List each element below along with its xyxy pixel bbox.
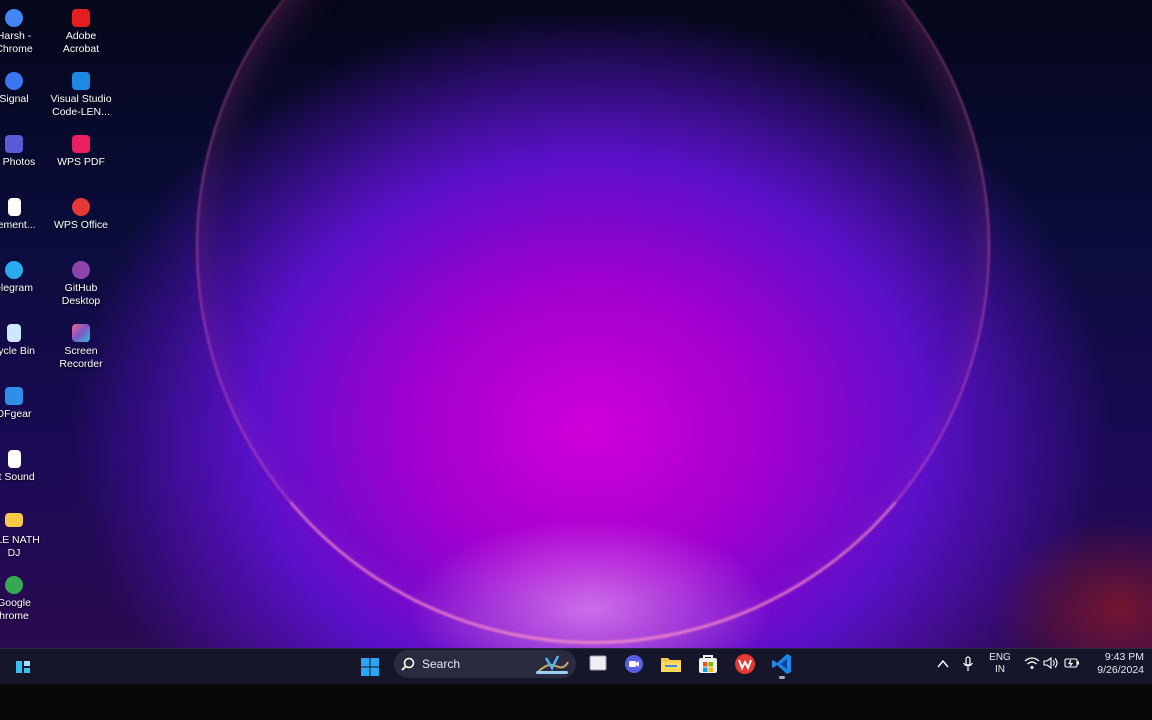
language-indicator[interactable]: ENG IN <box>988 652 1012 676</box>
volume-icon <box>1043 656 1058 670</box>
desktop-icon-label: GitHub Desktop <box>61 282 101 307</box>
wps-office-icon <box>72 198 90 216</box>
desktop-icon-pdfgear[interactable]: DFgear <box>0 378 51 436</box>
desktop-icon-screen-recorder[interactable]: Screen Recorder <box>44 315 118 373</box>
network-button[interactable] <box>1024 656 1040 673</box>
taskbar-search-box[interactable]: Search <box>394 650 576 678</box>
wifi-icon <box>1024 657 1040 669</box>
chrome-icon <box>5 9 23 27</box>
desktop-icon-wps-office[interactable]: WPS Office <box>44 189 118 247</box>
telegram-icon <box>5 261 23 279</box>
desktop-icon-label: DFgear <box>0 408 32 420</box>
desktop-icon-label: WPS PDF <box>57 156 105 168</box>
desktop-icon-sound[interactable]: st Sound <box>0 441 51 499</box>
show-hidden-icons-button[interactable] <box>936 657 950 674</box>
desktop-icon-label: Adobe Acrobat <box>62 30 100 55</box>
search-label: Search <box>422 657 461 671</box>
clock[interactable]: 9:43 PM 9/26/2024 <box>1086 651 1144 677</box>
desktop-icon-label: WPS Office <box>53 219 109 231</box>
widgets-icon <box>16 661 30 673</box>
wps-office-button[interactable] <box>733 652 757 676</box>
file-explorer-button[interactable] <box>659 652 683 676</box>
folder-icon <box>661 658 681 672</box>
desktop-icon-wps-pdf[interactable]: WPS PDF <box>44 126 118 184</box>
battery-charging-icon <box>1064 658 1079 668</box>
document-icon <box>8 198 21 216</box>
store-icon <box>699 655 717 673</box>
microphone-button[interactable] <box>961 656 975 675</box>
desktop-icon-label: Visual Studio Code-LEN... <box>50 93 112 118</box>
folder-icon <box>5 513 23 527</box>
widgets-button[interactable] <box>11 655 35 679</box>
task-view-icon <box>589 655 607 671</box>
vscode-active-indicator <box>779 676 785 679</box>
recycle-bin-icon <box>7 324 21 342</box>
windows-logo-icon <box>361 658 379 676</box>
vscode-icon <box>772 654 791 674</box>
github-desktop-icon <box>72 261 90 279</box>
vscode-button[interactable] <box>770 652 794 676</box>
adobe-acrobat-icon <box>72 9 90 27</box>
language-bottom: IN <box>995 664 1005 675</box>
language-top: ENG <box>989 652 1011 663</box>
desktop-icon-google-chrome[interactable]: Google hrome <box>0 567 51 625</box>
sound-file-icon <box>8 450 21 468</box>
meet-button[interactable] <box>622 652 646 676</box>
pdfgear-icon <box>5 387 23 405</box>
desktop-icon-label: st Sound <box>0 471 35 483</box>
wps-pdf-icon <box>72 135 90 153</box>
desktop-icon-github-desktop[interactable]: GitHub Desktop <box>44 252 118 310</box>
store-button[interactable] <box>696 652 720 676</box>
meet-icon <box>625 655 643 673</box>
desktop-icon-label: OLE NATH DJ <box>0 534 40 559</box>
wps-office-icon <box>735 654 755 674</box>
desktop-icon-adobe-acrobat[interactable]: Adobe Acrobat <box>44 0 118 58</box>
desktop-icon-bhole-nath-folder[interactable]: OLE NATH DJ <box>0 504 51 562</box>
start-button[interactable] <box>358 655 382 679</box>
wallpaper-orb-rim <box>196 0 990 644</box>
photos-icon <box>5 135 23 153</box>
task-view-button[interactable] <box>586 652 610 676</box>
signal-icon <box>5 72 23 90</box>
desktop-icon-vscode[interactable]: Visual Studio Code-LEN... <box>44 63 118 121</box>
screen-recorder-icon <box>72 324 90 342</box>
chrome-icon <box>5 576 23 594</box>
clock-date: 9/26/2024 <box>1097 664 1144 676</box>
desktop-wallpaper: Harsh - Chrome Signal S Photos cement...… <box>0 0 1152 648</box>
screen-bottom-bezel <box>0 684 1152 720</box>
vscode-icon <box>72 72 90 90</box>
desktop-icon-label: Google hrome <box>0 597 31 622</box>
search-highlight-icon <box>536 655 569 674</box>
desktop-icon-label: Screen Recorder <box>59 345 103 370</box>
microphone-icon <box>963 656 973 671</box>
search-icon <box>401 657 415 671</box>
battery-button[interactable] <box>1064 657 1080 672</box>
volume-button[interactable] <box>1043 656 1059 673</box>
taskbar <box>0 648 1152 684</box>
chevron-up-icon <box>937 659 949 668</box>
clock-time: 9:43 PM <box>1104 651 1144 663</box>
